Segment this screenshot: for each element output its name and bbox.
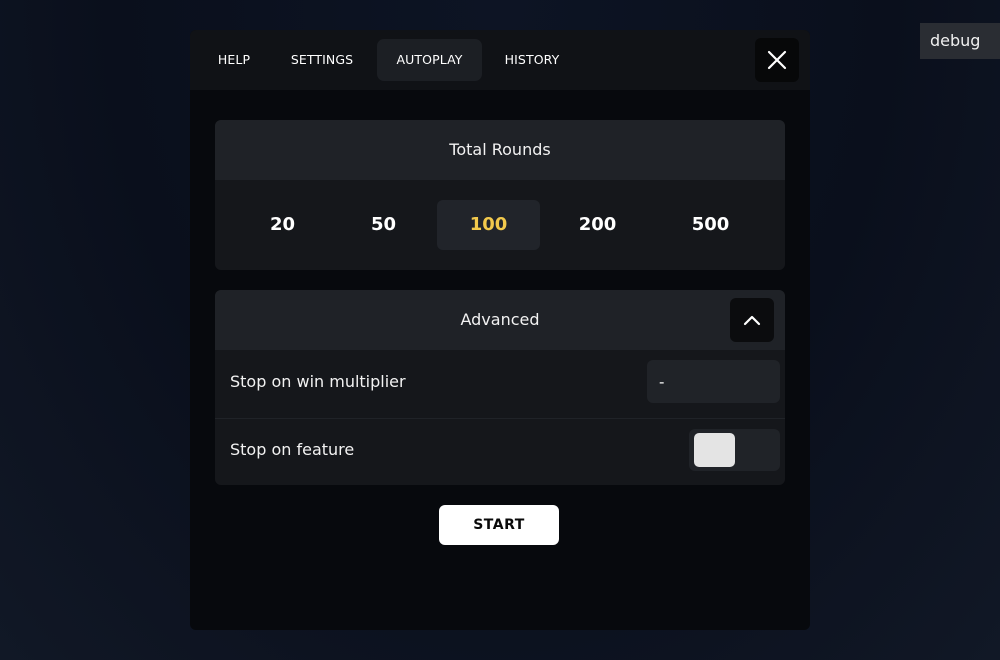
close-icon <box>767 50 787 70</box>
start-button[interactable]: START <box>439 505 559 545</box>
autoplay-modal: HELP SETTINGS AUTOPLAY HISTORY Total Rou… <box>190 30 810 630</box>
collapse-advanced-button[interactable] <box>730 298 774 342</box>
rounds-option-100[interactable]: 100 <box>437 200 540 250</box>
toggle-knob <box>694 433 735 467</box>
tab-autoplay[interactable]: AUTOPLAY <box>377 39 482 81</box>
stop-on-feature-label: Stop on feature <box>230 440 355 459</box>
chevron-up-icon <box>743 315 761 326</box>
stop-on-win-multiplier-label: Stop on win multiplier <box>230 372 406 391</box>
tab-help[interactable]: HELP <box>205 39 263 81</box>
advanced-title: Advanced <box>215 290 785 350</box>
rounds-option-50[interactable]: 50 <box>346 200 421 250</box>
close-button[interactable] <box>755 38 799 82</box>
rounds-option-20[interactable]: 20 <box>245 200 320 250</box>
debug-button[interactable]: debug <box>920 23 1000 59</box>
tab-history[interactable]: HISTORY <box>493 39 571 81</box>
advanced-card: Advanced Stop on win multiplier Stop on … <box>215 290 785 485</box>
total-rounds-card: Total Rounds 20 50 100 200 500 <box>215 120 785 270</box>
tab-bar: HELP SETTINGS AUTOPLAY HISTORY <box>190 30 810 90</box>
tab-settings[interactable]: SETTINGS <box>282 39 362 81</box>
rounds-option-500[interactable]: 500 <box>673 200 748 250</box>
total-rounds-title: Total Rounds <box>215 120 785 180</box>
win-multiplier-input[interactable] <box>647 360 780 403</box>
stop-on-feature-toggle[interactable] <box>689 429 780 471</box>
rounds-option-200[interactable]: 200 <box>560 200 635 250</box>
